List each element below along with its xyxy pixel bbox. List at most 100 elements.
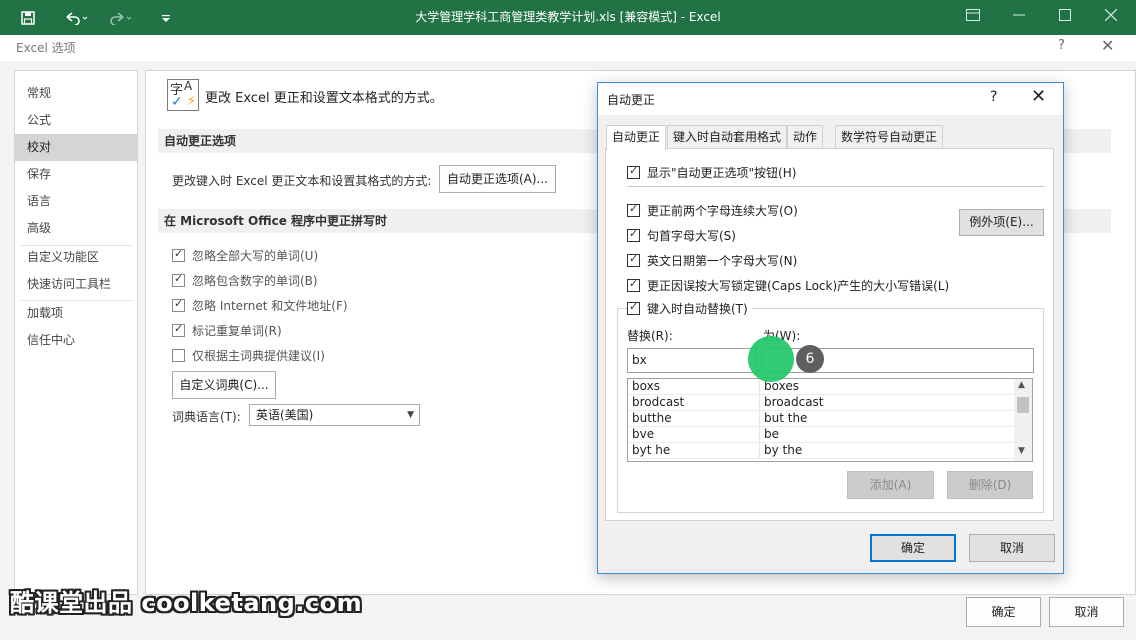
delete-button[interactable]: 删除(D) [947, 471, 1033, 499]
checkbox-box[interactable] [627, 227, 640, 242]
checkbox-flag-repeated[interactable]: 标记重复单词(R) [172, 321, 282, 339]
tab-actions[interactable]: 动作 [787, 125, 824, 149]
list-item-with: be [764, 427, 779, 441]
checkbox-label: 句首字母大写(S) [647, 228, 736, 243]
ribbon-display-icon[interactable] [950, 0, 996, 35]
autocorrect-cancel-button[interactable]: 取消 [969, 534, 1055, 562]
list-item-replace: butthe [632, 411, 672, 425]
replace-input[interactable]: bx [627, 348, 757, 373]
nav-item-add-ins[interactable]: 加载项 [15, 300, 137, 327]
add-button[interactable]: 添加(A) [847, 471, 934, 499]
checkbox-label: 更正前两个字母连续大写(O) [647, 203, 798, 218]
checkbox-ignore-uppercase[interactable]: 忽略全部大写的单词(U) [172, 246, 318, 264]
checkbox-label: 仅根据主词典提供建议(I) [192, 348, 325, 363]
autocorrect-titlebar: 自动更正 ? ✕ [598, 83, 1063, 115]
custom-dictionaries-button[interactable]: 自定义词典(C)... [172, 371, 276, 399]
checkbox-box[interactable] [627, 202, 640, 217]
minimize-icon[interactable] [996, 0, 1042, 35]
list-item[interactable]: brodcast broadcast [628, 395, 1014, 411]
close-icon[interactable] [1088, 0, 1134, 35]
tab-math-autocorrect[interactable]: 数学符号自动更正 [835, 125, 944, 149]
nav-item-advanced[interactable]: 高级 [15, 215, 137, 242]
checkbox-box[interactable] [172, 247, 185, 262]
checkbox-ignore-numbers[interactable]: 忽略包含数字的单词(B) [172, 271, 318, 289]
checkbox-caps-lock-correction[interactable]: 更正因误按大写锁定键(Caps Lock)产生的大小写错误(L) [627, 276, 949, 294]
click-highlight [748, 336, 794, 382]
dictionary-language-label: 词典语言(T): [172, 410, 241, 424]
column-divider [759, 427, 760, 443]
list-item-with: but the [764, 411, 808, 425]
checkbox-label: 忽略包含数字的单词(B) [192, 273, 318, 288]
tab-autocorrect[interactable]: 自动更正 [606, 125, 667, 150]
close-icon[interactable]: ✕ [1031, 86, 1046, 107]
checkbox-show-autocorrect-button[interactable]: 显示"自动更正选项"按钮(H) [627, 163, 796, 181]
nav-item-quick-access-toolbar[interactable]: 快速访问工具栏 [15, 271, 137, 298]
checkbox-capitalize-days[interactable]: 英文日期第一个字母大写(N) [627, 251, 797, 269]
checkbox-box[interactable] [172, 272, 185, 287]
checkbox-box[interactable] [172, 322, 185, 337]
list-item-replace: brodcast [632, 395, 685, 409]
divider [627, 186, 1045, 187]
checkbox-box[interactable] [627, 300, 640, 315]
replace-label: 替换(R): [627, 329, 673, 343]
app-titlebar: 大学管理学科工商管理类教学计划.xls [兼容模式] - Excel [0, 0, 1136, 35]
autocorrect-options-button[interactable]: 自动更正选项(A)... [439, 165, 556, 193]
help-icon[interactable]: ? [1058, 38, 1065, 53]
options-ok-button[interactable]: 确定 [966, 597, 1041, 627]
help-icon[interactable]: ? [990, 89, 997, 105]
save-icon[interactable] [14, 0, 42, 35]
step-number-badge: 6 [796, 345, 824, 373]
dictionary-language-select[interactable]: 英语(美国) ▼ [249, 404, 420, 426]
column-divider [759, 411, 760, 427]
checkbox-box[interactable] [627, 164, 640, 179]
scroll-down-icon[interactable]: ▼ [1018, 446, 1025, 456]
nav-item-proofing[interactable]: 校对 [15, 134, 137, 161]
options-nav: 常规 公式 校对 保存 语言 高级 自定义功能区 快速访问工具栏 加载项 信任中… [14, 70, 138, 595]
nav-item-save[interactable]: 保存 [15, 161, 137, 188]
checkbox-label: 显示"自动更正选项"按钮(H) [647, 165, 797, 180]
nav-item-trust-center[interactable]: 信任中心 [15, 327, 137, 354]
undo-icon[interactable] [58, 0, 94, 35]
exceptions-button[interactable]: 例外项(E)... [959, 209, 1044, 236]
redo-icon[interactable] [104, 0, 140, 35]
scroll-up-icon[interactable]: ▲ [1018, 380, 1025, 390]
list-item[interactable]: byt he by the [628, 443, 1014, 459]
checkbox-replace-as-you-type[interactable]: 键入时自动替换(T) [627, 299, 752, 317]
list-item[interactable]: bve be [628, 427, 1014, 443]
autocorrect-entries-list[interactable]: boxs boxes brodcast broadcast butthe but… [627, 378, 1033, 462]
checkbox-ignore-internet[interactable]: 忽略 Internet 和文件地址(F) [172, 296, 348, 314]
maximize-icon[interactable] [1042, 0, 1088, 35]
customize-qat-icon[interactable] [156, 0, 176, 35]
nav-item-customize-ribbon[interactable]: 自定义功能区 [15, 244, 137, 271]
checkbox-box[interactable] [172, 297, 185, 312]
options-dialog-title: Excel 选项 [16, 41, 76, 55]
autocorrect-description: 更改键入时 Excel 更正文本和设置其格式的方式: [172, 174, 432, 188]
checkbox-label: 忽略 Internet 和文件地址(F) [192, 298, 348, 313]
list-item[interactable]: butthe but the [628, 411, 1014, 427]
autocorrect-ok-button[interactable]: 确定 [870, 534, 956, 562]
checkbox-main-dictionary-only[interactable]: 仅根据主词典提供建议(I) [172, 346, 325, 364]
checkbox-box[interactable] [172, 348, 185, 362]
nav-item-formulas[interactable]: 公式 [15, 107, 137, 134]
dictionary-language-value: 英语(美国) [256, 408, 314, 422]
checkbox-box[interactable] [627, 252, 640, 267]
checkbox-label: 标记重复单词(R) [192, 323, 282, 338]
checkbox-label: 忽略全部大写的单词(U) [192, 248, 319, 263]
close-icon[interactable]: ✕ [1101, 36, 1114, 55]
list-item-replace: byt he [632, 443, 671, 457]
list-item[interactable]: boxs boxes [628, 379, 1014, 395]
list-scrollbar[interactable]: ▲ ▼ [1014, 379, 1032, 461]
options-cancel-button[interactable]: 取消 [1049, 597, 1124, 627]
nav-item-language[interactable]: 语言 [15, 188, 137, 215]
tab-autoformat-as-you-type[interactable]: 键入时自动套用格式 [667, 125, 788, 149]
column-divider [759, 443, 760, 459]
checkbox-box[interactable] [627, 277, 640, 292]
checkbox-two-initial-capitals[interactable]: 更正前两个字母连续大写(O) [627, 201, 798, 219]
proofing-abc-icon: 字 A ✓ ⚡ [167, 79, 199, 111]
scroll-thumb[interactable] [1017, 397, 1029, 413]
checkbox-label: 更正因误按大写锁定键(Caps Lock)产生的大小写错误(L) [647, 278, 950, 293]
checkbox-capitalize-sentences[interactable]: 句首字母大写(S) [627, 226, 736, 244]
watermark: 酷课堂出品 coolketang.com [10, 589, 363, 617]
nav-item-general[interactable]: 常规 [15, 80, 137, 107]
options-dialog-titlebar: Excel 选项 ? ✕ [0, 35, 1136, 61]
